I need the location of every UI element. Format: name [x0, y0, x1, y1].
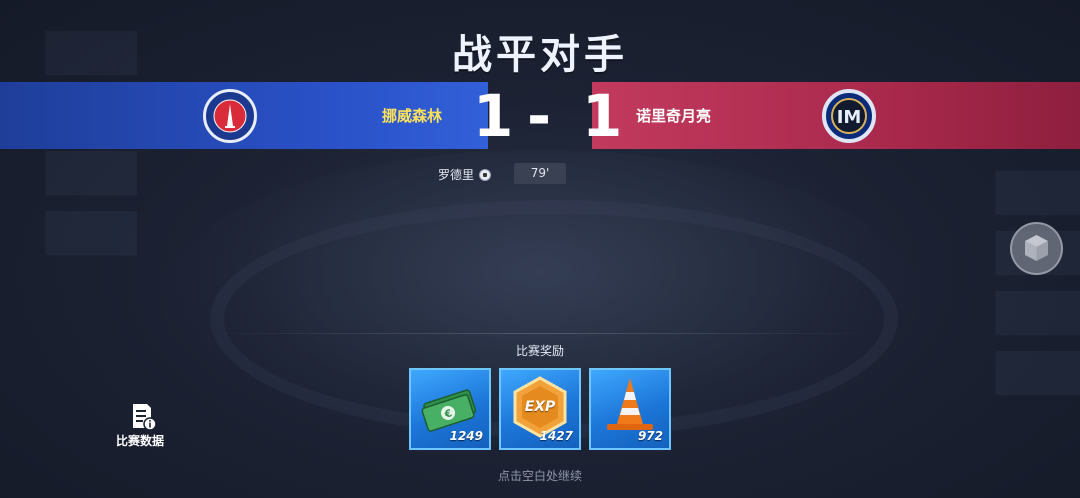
football-icon	[479, 168, 492, 181]
reward-item-cone[interactable]: 972	[589, 368, 671, 450]
reward-item-cash[interactable]: € 1249	[409, 368, 491, 450]
goal-event: 罗德里	[438, 166, 492, 183]
continue-hint: 点击空白处继续	[497, 469, 582, 483]
match-stats-button[interactable]: 比赛数据	[112, 402, 168, 448]
scorer-name: 罗德里	[438, 168, 475, 182]
score-separator: -	[527, 82, 552, 150]
exp-label: EXP	[524, 399, 556, 415]
section-divider	[200, 333, 880, 334]
background-watermark-right: ▮▮▮▮	[981, 160, 1080, 401]
reward-item-exp[interactable]: EXP 1427	[499, 368, 581, 450]
result-title: 战平对手	[452, 32, 628, 78]
away-score: 1	[582, 82, 623, 150]
home-score: 1	[473, 82, 514, 150]
reward-quantity: 1427	[539, 429, 573, 443]
match-stats-label: 比赛数据	[115, 434, 164, 448]
svg-text:IM: IM	[837, 107, 862, 128]
home-team-name: 挪威森林	[382, 107, 443, 125]
stats-document-icon	[133, 404, 157, 431]
cube-icon	[1025, 235, 1048, 261]
cube-button[interactable]	[1010, 222, 1063, 275]
away-team-name: 诺里奇月亮	[636, 107, 712, 125]
goal-minute: 79'	[514, 163, 566, 184]
reward-quantity: 972	[637, 429, 663, 443]
psg-crest-icon	[203, 89, 257, 143]
rewards-title: 比赛奖励	[515, 344, 564, 358]
reward-quantity: 1249	[449, 429, 483, 443]
inter-crest-icon: IM	[822, 89, 876, 143]
